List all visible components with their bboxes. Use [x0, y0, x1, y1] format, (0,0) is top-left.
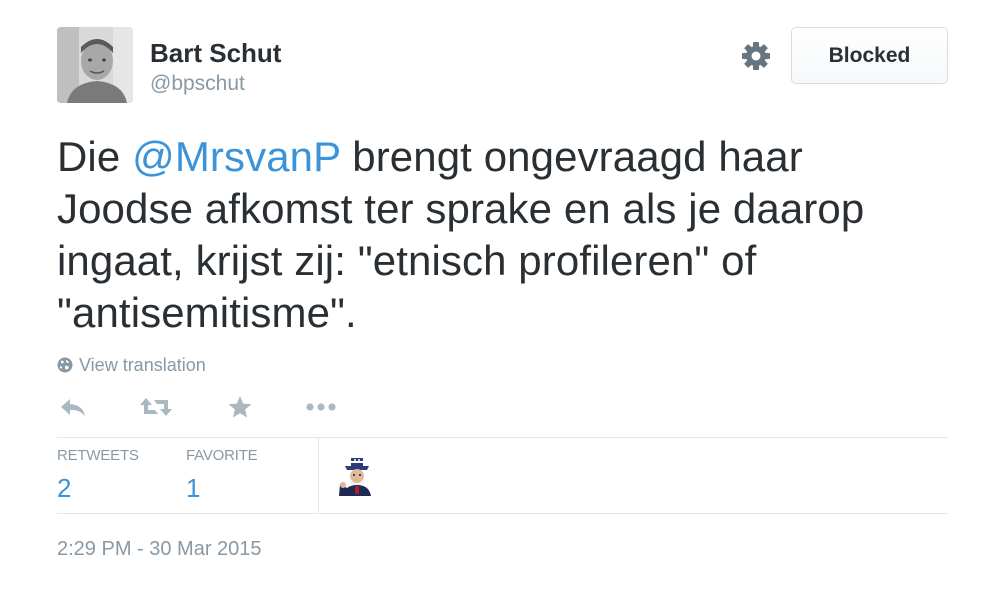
tweet-line-3: ingaat, krijst zij: "etnisch profileren"…: [57, 237, 757, 284]
favorites-label: FAVORITE: [186, 447, 258, 464]
stats-divider-bottom: [57, 513, 948, 514]
retweets-count: 2: [57, 473, 72, 503]
reply-icon[interactable]: [55, 392, 91, 422]
tweet-line-2: Joodse afkomst ter sprake en als je daar…: [57, 185, 865, 232]
tweet-line-1-suffix: brengt ongevraagd haar: [340, 133, 803, 180]
tweet-text: Die @MrsvanP brengt ongevraagd haar Jood…: [57, 131, 962, 339]
tweet-line-4: "antisemitisme".: [57, 289, 357, 336]
tweet-line-1: Die @MrsvanP brengt ongevraagd haar: [57, 131, 962, 183]
mention-link[interactable]: @MrsvanP: [132, 133, 340, 180]
tweet-line-1-prefix: Die: [57, 133, 133, 180]
retweet-icon[interactable]: [138, 392, 174, 422]
favoriter-avatar[interactable]: [337, 458, 377, 496]
retweets-stat[interactable]: RETWEETS 2: [57, 447, 139, 503]
globe-icon: [57, 357, 73, 373]
retweets-label: RETWEETS: [57, 447, 139, 464]
view-translation-label: View translation: [79, 355, 206, 375]
user-handle[interactable]: @bpschut: [150, 71, 245, 97]
user-avatar[interactable]: [57, 27, 133, 103]
favorites-stat[interactable]: FAVORITE 1: [186, 447, 258, 503]
tweet-timestamp[interactable]: 2:29 PM - 30 Mar 2015: [57, 537, 262, 561]
stats-separator: [318, 438, 319, 513]
avatar-photo: [57, 27, 133, 103]
favorites-count: 1: [186, 473, 201, 503]
blocked-button[interactable]: Blocked: [791, 27, 948, 84]
view-translation-link[interactable]: View translation: [57, 354, 206, 376]
user-name[interactable]: Bart Schut: [150, 38, 281, 68]
gear-icon[interactable]: [739, 39, 773, 73]
stats-divider-top: [57, 437, 948, 438]
star-icon[interactable]: [222, 392, 258, 422]
more-icon[interactable]: [303, 392, 339, 422]
